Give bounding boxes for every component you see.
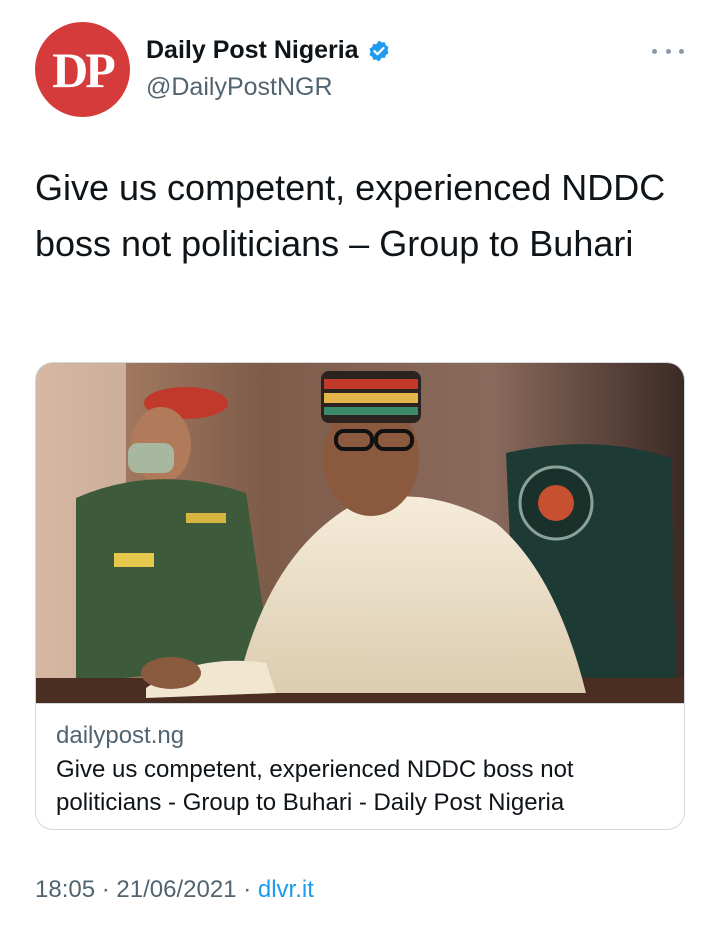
link-card-body: dailypost.ng Give us competent, experien…: [36, 703, 684, 829]
link-card-image: [36, 363, 684, 703]
tweet-time[interactable]: 18:05: [35, 876, 95, 903]
avatar[interactable]: DP: [35, 22, 130, 117]
verified-badge-icon: [369, 40, 389, 61]
tweet-meta: 18:05 · 21/06/2021 · dlvr.it: [35, 876, 314, 904]
display-name-text: Daily Post Nigeria: [146, 36, 359, 64]
link-card[interactable]: dailypost.ng Give us competent, experien…: [35, 362, 685, 830]
meta-separator-2: ·: [243, 876, 252, 903]
avatar-logo-text: DP: [52, 41, 116, 98]
tweet-text: Give us competent, experienced NDDC boss…: [35, 167, 666, 264]
display-name[interactable]: Daily Post Nigeria: [146, 36, 391, 65]
tweet-source-link[interactable]: dlvr.it: [258, 876, 314, 903]
link-card-domain: dailypost.ng: [56, 722, 185, 749]
meta-separator: ·: [101, 876, 110, 903]
link-card-title: Give us competent, experienced NDDC boss…: [56, 756, 574, 816]
more-options-icon[interactable]: [652, 44, 684, 58]
tweet-date[interactable]: 21/06/2021: [116, 876, 236, 903]
account-handle[interactable]: @DailyPostNGR: [146, 73, 333, 102]
